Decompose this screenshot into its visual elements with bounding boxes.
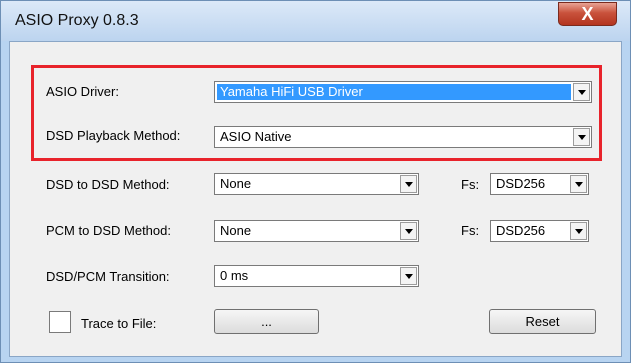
dsd-to-dsd-combo[interactable]: None (214, 173, 419, 195)
trace-to-file-label: Trace to File: (81, 316, 157, 331)
transition-value: 0 ms (220, 268, 249, 283)
pcm-fs-value: DSD256 (496, 223, 546, 238)
reset-button[interactable]: Reset (489, 309, 596, 334)
pcm-fs-combo[interactable]: DSD256 (490, 220, 589, 242)
transition-dropdown-button[interactable] (400, 267, 417, 285)
title-bar[interactable]: ASIO Proxy 0.8.3 X (1, 1, 630, 41)
close-button[interactable]: X (558, 2, 617, 26)
chevron-down-icon (404, 273, 413, 279)
transition-label: DSD/PCM Transition: (46, 269, 170, 284)
close-icon: X (581, 3, 594, 24)
trace-to-file-checkbox[interactable] (49, 311, 71, 333)
chevron-down-icon (574, 228, 583, 234)
dsd-to-dsd-label: DSD to DSD Method: (46, 177, 170, 192)
browse-file-label: ... (261, 314, 272, 329)
pcm-to-dsd-value: None (220, 223, 252, 238)
asio-proxy-window: ASIO Proxy 0.8.3 X ASIO Driver: Yamaha H… (0, 0, 631, 363)
pcm-to-dsd-label: PCM to DSD Method: (46, 223, 171, 238)
transition-combo[interactable]: 0 ms (214, 265, 419, 287)
pcm-to-dsd-dropdown-button[interactable] (400, 222, 417, 240)
dsd-to-dsd-dropdown-button[interactable] (400, 175, 417, 193)
chevron-down-icon (574, 181, 583, 187)
pcm-fs-label: Fs: (461, 223, 480, 238)
chevron-down-icon (404, 228, 413, 234)
highlight-box (31, 65, 602, 161)
browse-file-button[interactable]: ... (214, 309, 319, 334)
dsd-fs-dropdown-button[interactable] (570, 175, 587, 193)
reset-label: Reset (525, 314, 560, 329)
dsd-fs-combo[interactable]: DSD256 (490, 173, 589, 195)
chevron-down-icon (404, 181, 413, 187)
dsd-fs-value: DSD256 (496, 176, 546, 191)
window-title: ASIO Proxy 0.8.3 (15, 12, 139, 29)
pcm-fs-dropdown-button[interactable] (570, 222, 587, 240)
dsd-to-dsd-value: None (220, 176, 252, 191)
dsd-fs-label: Fs: (461, 177, 480, 192)
pcm-to-dsd-combo[interactable]: None (214, 220, 419, 242)
